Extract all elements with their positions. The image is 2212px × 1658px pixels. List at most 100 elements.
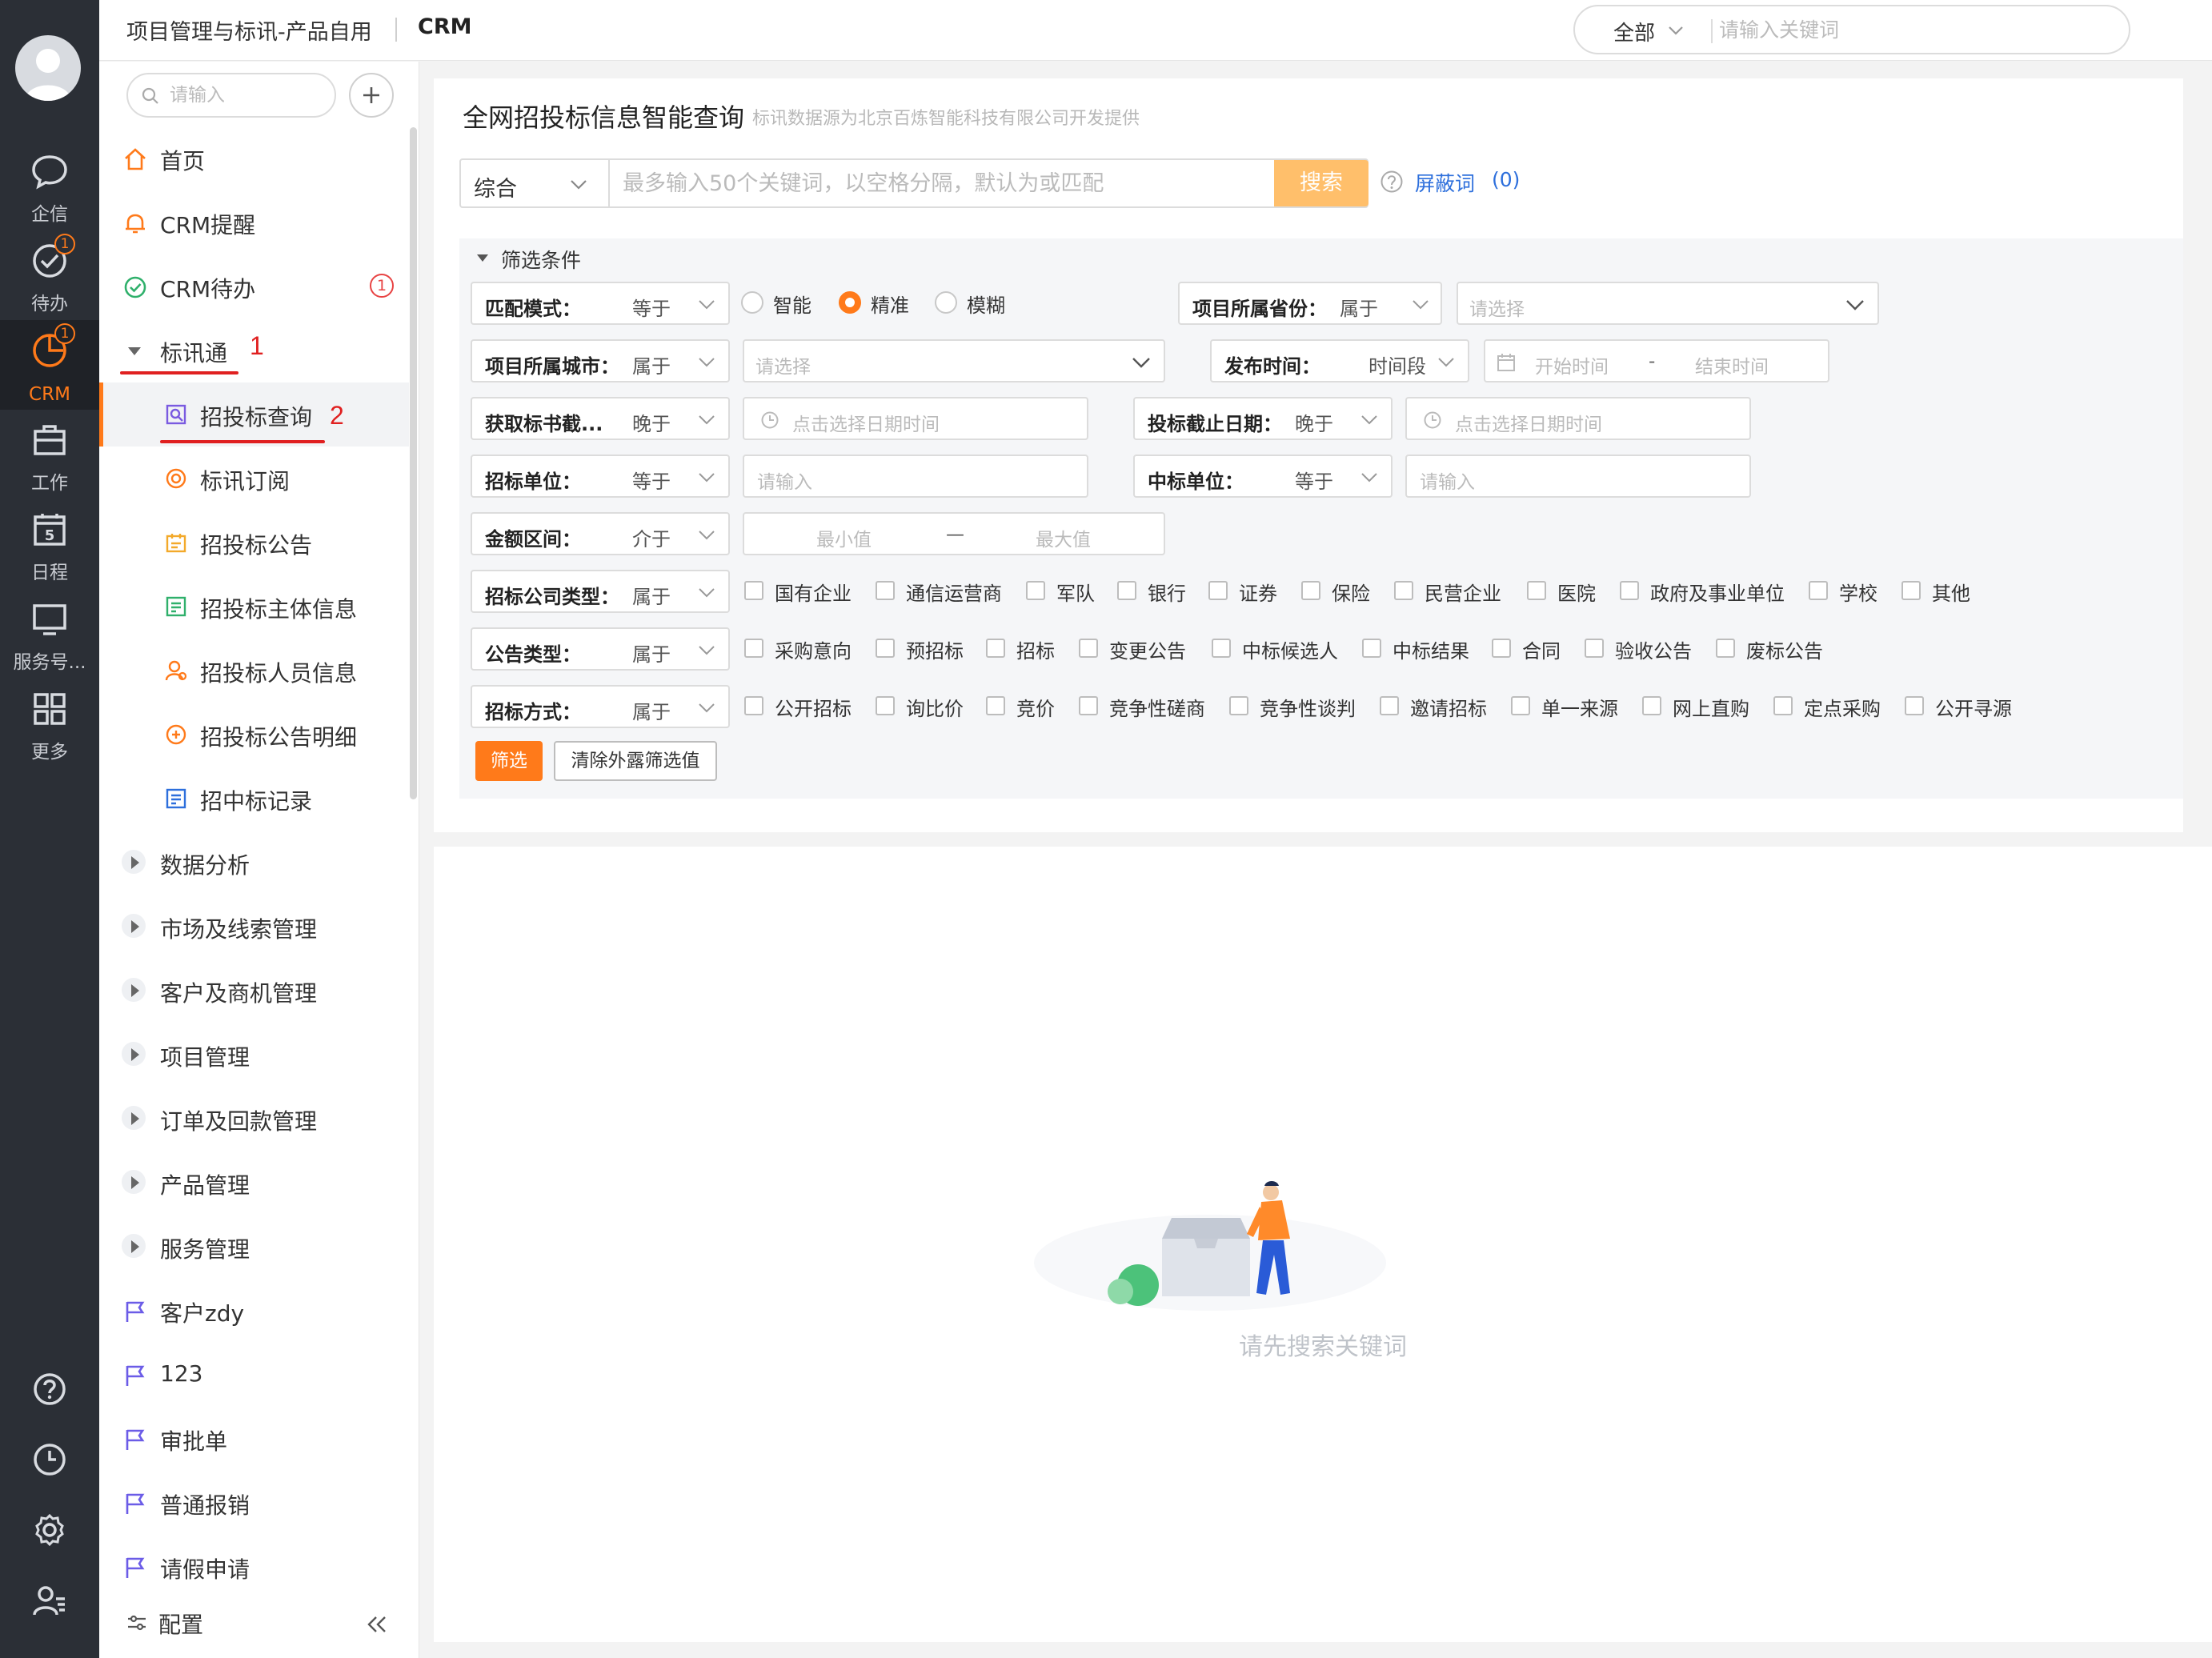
- keyword-input[interactable]: [623, 168, 1247, 198]
- page-title: 全网招投标信息智能查询: [463, 102, 745, 133]
- city-filter-select[interactable]: 项目所属城市： 属于: [471, 339, 730, 382]
- publish-time-filter-select[interactable]: 发布时间： 时间段: [1210, 339, 1469, 382]
- rail-item-schedule[interactable]: 5 日程: [0, 499, 99, 589]
- checkbox-box: [1079, 696, 1098, 715]
- breadcrumb[interactable]: 项目管理与标讯-产品自用: [126, 14, 372, 46]
- sidebar-item-detail[interactable]: 招投标公告明细: [99, 703, 409, 767]
- chevron-down-icon: [699, 415, 715, 425]
- collapse-sidebar-icon[interactable]: [367, 1616, 387, 1633]
- sidebar-item-customer-zdy[interactable]: 客户zdy: [99, 1279, 409, 1343]
- flag-icon: [126, 1301, 145, 1322]
- doc-deadline-picker[interactable]: 点击选择日期时间: [743, 397, 1088, 440]
- user-manage-button[interactable]: [0, 1583, 99, 1639]
- sidebar-item-expense[interactable]: 普通报销: [99, 1471, 409, 1535]
- sidebar-item-label: 普通报销: [160, 1492, 250, 1519]
- search-scope-select[interactable]: 全部: [1613, 17, 1655, 46]
- notice-type-filter-select[interactable]: 公告类型： 属于: [471, 627, 730, 671]
- publish-date-range[interactable]: 开始时间 - 结束时间: [1484, 339, 1829, 382]
- checkbox-label: 预招标: [906, 640, 964, 663]
- bell-icon: [126, 214, 145, 234]
- rail-item-chat[interactable]: 企信: [0, 141, 99, 230]
- province-filter-select[interactable]: 项目所属省份： 属于: [1178, 282, 1442, 325]
- plus-icon: [363, 87, 379, 103]
- tender-unit-filter-select[interactable]: 招标单位： 等于: [471, 455, 730, 498]
- sidebar-item-home[interactable]: 首页: [99, 126, 409, 190]
- avatar[interactable]: [15, 35, 81, 101]
- global-search-input[interactable]: [1719, 11, 2103, 48]
- sidebar-item-leave[interactable]: 请假申请: [99, 1535, 409, 1599]
- bid-deadline-filter-select[interactable]: 投标截止日期： 晚于: [1133, 397, 1393, 440]
- sidebar-item-subscribe[interactable]: 标讯订阅: [99, 447, 409, 511]
- sidebar-group-project[interactable]: 项目管理: [99, 1023, 409, 1087]
- max-value-placeholder[interactable]: 最大值: [1036, 524, 1091, 551]
- sidebar-group-service[interactable]: 服务管理: [99, 1215, 409, 1279]
- filter-area: 筛选条件 匹配模式： 等于 智能 精准 模糊 项目所属省份： 属于 请选择 项目…: [459, 238, 2183, 799]
- global-search[interactable]: 全部: [1573, 5, 2130, 54]
- province-select[interactable]: 请选择: [1457, 282, 1879, 325]
- radio-label: 精准: [871, 294, 909, 317]
- sidebar-group-customer[interactable]: 客户及商机管理: [99, 959, 409, 1023]
- chevron-down-icon: [699, 473, 715, 483]
- checkbox-box: [1492, 639, 1511, 658]
- checkbox-box: [986, 639, 1005, 658]
- match-mode-select[interactable]: 匹配模式： 等于: [471, 282, 730, 325]
- sidebar-item-crm-todo[interactable]: CRM待办 1: [99, 254, 409, 318]
- sidebar-search[interactable]: [126, 73, 336, 118]
- winner-unit-filter-select[interactable]: 中标单位： 等于: [1133, 455, 1393, 498]
- company-type-filter-select[interactable]: 招标公司类型： 属于: [471, 570, 730, 613]
- checkbox-label: 民营企业: [1425, 583, 1501, 605]
- search-panel: 全网招投标信息智能查询 标讯数据源为北京百炼智能科技有限公司开发提供 综合 搜索…: [434, 78, 2183, 832]
- apply-filter-button[interactable]: 筛选: [475, 741, 543, 781]
- sidebar-config[interactable]: 配置: [126, 1604, 399, 1644]
- bid-deadline-picker[interactable]: 点击选择日期时间: [1405, 397, 1751, 440]
- flag-icon: [126, 1557, 145, 1578]
- sidebar-search-input[interactable]: [170, 81, 322, 110]
- flag-icon: [126, 1365, 145, 1386]
- settings-button[interactable]: [0, 1512, 99, 1568]
- winner-unit-input[interactable]: 请输入: [1405, 455, 1751, 498]
- search-type-select[interactable]: 综合: [474, 171, 517, 202]
- rail-item-more[interactable]: 更多: [0, 679, 99, 768]
- checkbox-label: 邀请招标: [1410, 698, 1487, 720]
- settings-icon: [35, 1513, 64, 1547]
- checkbox-label: 定点采购: [1804, 698, 1881, 720]
- clear-filter-button[interactable]: 清除外露筛选值: [554, 741, 717, 781]
- sidebar-item-label: 首页: [160, 148, 206, 174]
- amount-range-input[interactable]: 最小值 — 最大值: [743, 512, 1165, 555]
- sidebar-group-order[interactable]: 订单及回款管理: [99, 1087, 409, 1151]
- check-icon: [124, 276, 146, 298]
- city-select[interactable]: 请选择: [743, 339, 1165, 382]
- help-button[interactable]: [0, 1372, 99, 1428]
- sidebar-item-label: 招中标记录: [200, 788, 313, 815]
- checkbox-box: [1301, 581, 1320, 600]
- amount-filter-select[interactable]: 金额区间： 介于: [471, 512, 730, 555]
- sidebar-item-approval[interactable]: 审批单: [99, 1407, 409, 1471]
- method-filter-select[interactable]: 招标方式： 属于: [471, 685, 730, 728]
- sidebar-item-label: 客户及商机管理: [160, 980, 318, 1007]
- history-button[interactable]: [0, 1442, 99, 1498]
- checkbox-box: [744, 581, 763, 600]
- sidebar-item-bid-search[interactable]: 招投标查询: [99, 382, 409, 447]
- search-button[interactable]: 搜索: [1274, 160, 1368, 206]
- doc-deadline-filter-select[interactable]: 获取标书截... 晚于: [471, 397, 730, 440]
- tender-unit-input[interactable]: 请输入: [743, 455, 1088, 498]
- sidebar-item-record[interactable]: 招中标记录: [99, 767, 409, 831]
- calendar-day: 5: [45, 527, 55, 544]
- sidebar-item-person[interactable]: 招投标人员信息: [99, 639, 409, 703]
- sidebar-group-market[interactable]: 市场及线索管理: [99, 895, 409, 959]
- add-button[interactable]: [349, 73, 394, 118]
- sidebar-group-product[interactable]: 产品管理: [99, 1151, 409, 1215]
- sidebar-item-123[interactable]: 123: [99, 1343, 409, 1407]
- radio-dot: [935, 291, 957, 314]
- min-value-placeholder[interactable]: 最小值: [816, 524, 872, 551]
- rail-item-service[interactable]: 服务号...: [0, 589, 99, 679]
- sidebar-item-entity[interactable]: 招投标主体信息: [99, 575, 409, 639]
- filter-operator: 晚于: [632, 413, 671, 435]
- sidebar-item-notice[interactable]: 招投标公告: [99, 511, 409, 575]
- rail-item-todo[interactable]: 1 待办: [0, 230, 99, 320]
- sidebar-scrollbar[interactable]: [410, 127, 417, 799]
- rail-item-crm[interactable]: 1 CRM: [0, 320, 99, 410]
- sidebar-item-crm-reminder[interactable]: CRM提醒: [99, 190, 409, 254]
- rail-item-work[interactable]: 工作: [0, 410, 99, 499]
- sidebar-group-data-analysis[interactable]: 数据分析: [99, 831, 409, 895]
